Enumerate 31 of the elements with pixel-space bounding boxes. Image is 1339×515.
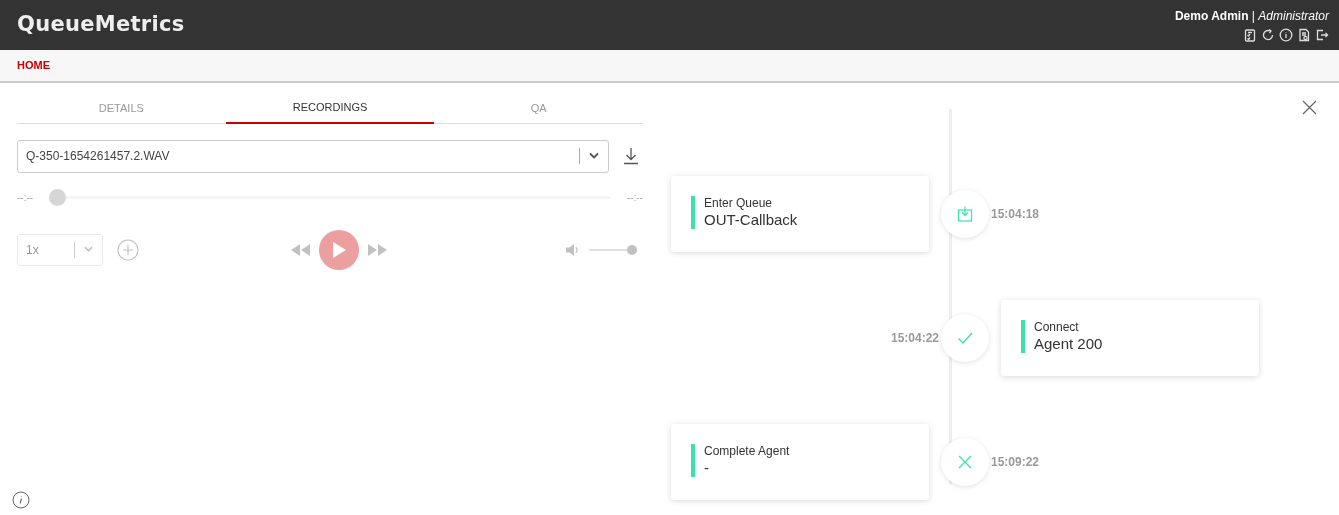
event-value: OUT-Callback	[704, 210, 798, 230]
close-icon	[1302, 100, 1317, 116]
info-icon[interactable]	[12, 491, 30, 509]
check-icon	[957, 330, 973, 346]
event-label: Complete Agent	[704, 444, 790, 458]
close-button[interactable]	[1302, 98, 1317, 116]
nav-link[interactable]: HOME	[17, 57, 50, 74]
close-icon	[957, 454, 973, 470]
chevron-down-icon[interactable]	[588, 152, 600, 160]
duration-time: --:--	[626, 190, 643, 205]
clipboard-icon[interactable]	[1243, 27, 1257, 42]
logout-icon[interactable]	[1315, 27, 1329, 42]
event-time: 15:04:22	[890, 330, 939, 347]
elapsed-time: --:--	[17, 190, 34, 205]
event-time: 15:04:18	[991, 206, 1040, 223]
play-icon	[331, 240, 347, 259]
event-time: 15:09:22	[991, 454, 1040, 471]
refresh-icon[interactable]	[1261, 27, 1275, 42]
tab[interactable]: QA	[434, 95, 643, 124]
tab[interactable]: RECORDINGS	[225, 95, 435, 124]
document-icon[interactable]	[1297, 27, 1311, 42]
event-value: -	[704, 458, 710, 478]
download-icon[interactable]	[623, 147, 639, 165]
app-logo: QueueMetrics	[17, 11, 185, 39]
event-label: Enter Queue	[704, 196, 774, 210]
event-label: Connect	[1034, 320, 1080, 334]
tab[interactable]: DETAILS	[17, 95, 226, 124]
download-icon	[957, 206, 973, 222]
chevron-down-icon	[83, 246, 94, 253]
user-info: Demo Admin | Administrator	[1174, 8, 1329, 24]
event-value: Agent 200	[1034, 334, 1103, 354]
